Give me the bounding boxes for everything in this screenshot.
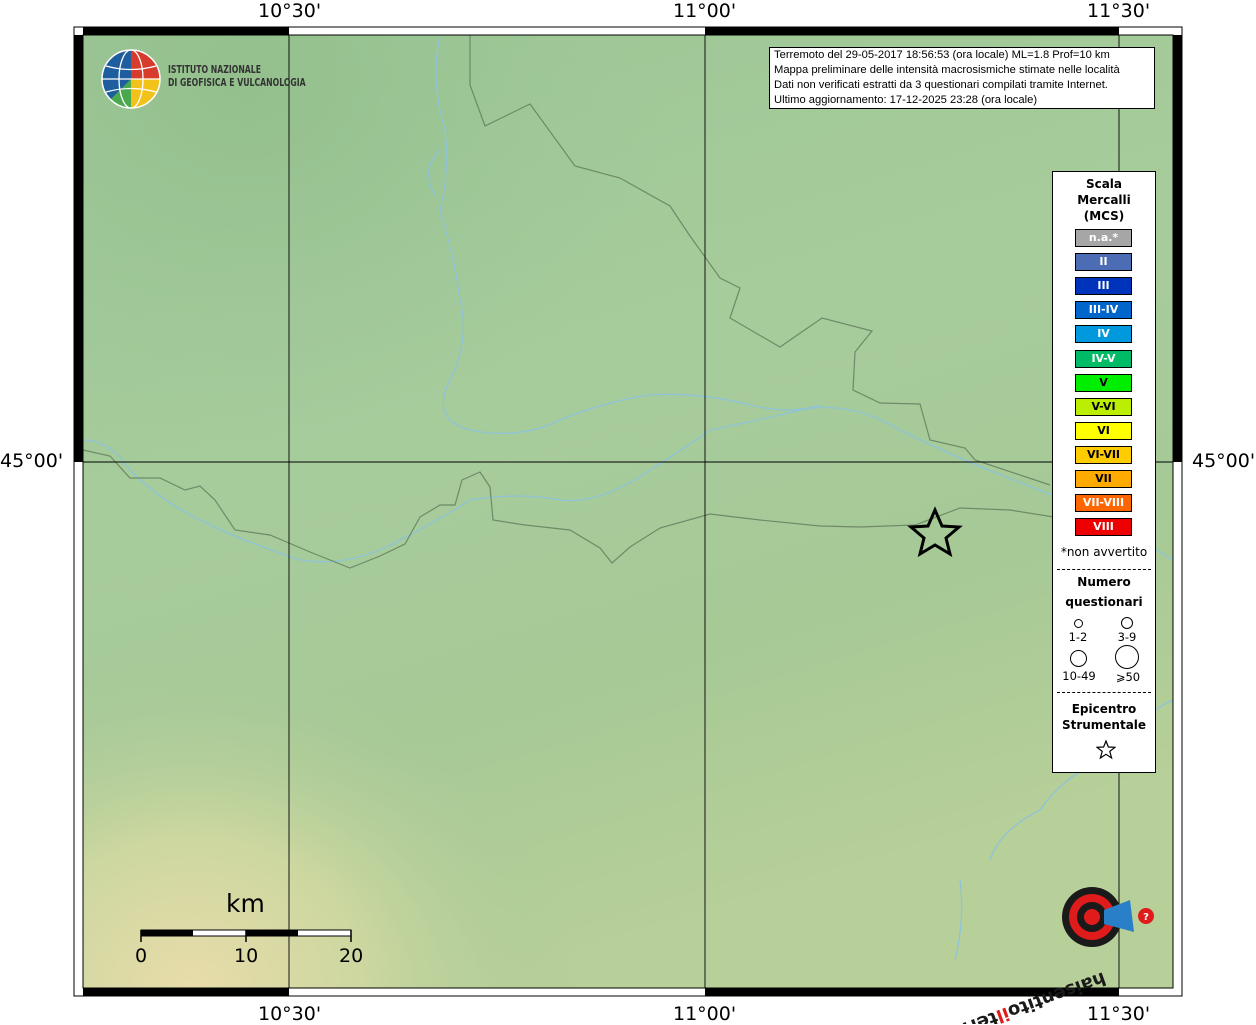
legend-note: *non avvertito: [1060, 545, 1148, 559]
count-label-10-49: 10-49: [1062, 669, 1096, 683]
institute-line1: ISTITUTO NAZIONALE: [168, 64, 262, 76]
count-circle-10-49: [1070, 650, 1087, 667]
scale-tick-20: 20: [339, 945, 364, 967]
intensity-swatch: VII-VIII: [1075, 494, 1132, 513]
intensity-swatch: n.a.*: [1075, 229, 1132, 247]
institute-name: ISTITUTO NAZIONALE DI GEOFISICA E VULCAN…: [168, 64, 306, 90]
legend-title-line3: (MCS): [1083, 209, 1125, 223]
lon-label-top-3: 11°30': [1087, 0, 1151, 22]
count-label-1-2: 1-2: [1068, 630, 1088, 644]
mcs-legend: Scala Mercalli (MCS) n.a.* II III III-IV IV I…: [1052, 171, 1156, 773]
intensity-swatch: II: [1075, 253, 1132, 272]
intensity-swatch: VIII: [1075, 518, 1132, 537]
scale-tick-10: 10: [234, 945, 259, 967]
legend-divider-1: [1057, 569, 1151, 570]
epi-title-line2: Strumentale: [1061, 718, 1147, 732]
lon-label-bottom-2: 11°00': [673, 1003, 737, 1025]
intensity-swatch: IV: [1075, 325, 1132, 344]
ingv-globe-icon: [101, 49, 161, 109]
event-info-line2: Mappa preliminare delle intensità macros…: [774, 64, 1120, 76]
epi-title-line1: Epicentro: [1071, 702, 1137, 716]
lat-label-right: 45°00': [1192, 450, 1256, 472]
legend-star-icon: [1096, 740, 1116, 760]
lat-label-left: 45°00': [0, 450, 64, 472]
intensity-swatch: III: [1075, 277, 1132, 296]
scale-tick-0: 0: [135, 945, 148, 967]
event-info-line1: Terremoto del 29-05-2017 18:56:53 (ora l…: [774, 49, 1110, 61]
lon-label-bottom-1: 10°30': [258, 1003, 322, 1025]
svg-text:?: ?: [1143, 912, 1149, 923]
intensity-swatch: VII: [1075, 470, 1132, 488]
lon-label-top-2: 11°00': [673, 0, 737, 22]
event-info-line3: Dati non verificati estratti da 3 questi…: [774, 79, 1108, 91]
count-label-50: ⩾50: [1115, 670, 1141, 684]
scale-unit: km: [226, 889, 265, 918]
event-info-box: Terremoto del 29-05-2017 18:56:53 (ora l…: [769, 47, 1155, 109]
count-title-line2: questionari: [1065, 595, 1143, 609]
institute-line2: DI GEOFISICA E VULCANOLOGIA: [168, 77, 306, 89]
intensity-swatch: III-IV: [1075, 301, 1132, 320]
count-circle-3-9: [1121, 617, 1133, 629]
lon-label-bottom-3: 11°30': [1087, 1003, 1151, 1025]
lon-label-top-1: 10°30': [258, 0, 322, 22]
intensity-swatch: VI-VII: [1075, 445, 1132, 464]
intensity-swatch: V-VI: [1075, 397, 1132, 416]
legend-title-line2: Mercalli: [1077, 193, 1131, 207]
count-title-line1: Numero: [1077, 575, 1131, 589]
legend-title-line1: Scala: [1085, 177, 1123, 191]
count-label-3-9: 3-9: [1117, 630, 1137, 644]
legend-divider-2: [1057, 692, 1151, 693]
count-circle-1-2: [1074, 619, 1083, 628]
ingv-logo: ISTITUTO NAZIONALE DI GEOFISICA E VULCAN…: [100, 48, 306, 114]
count-circle-50: [1115, 645, 1139, 669]
event-info-line4: Ultimo aggiornamento: 17-12-2025 23:28 (…: [774, 94, 1038, 106]
intensity-swatch: IV-V: [1075, 349, 1132, 368]
intensity-swatch: VI: [1075, 421, 1132, 440]
intensity-swatch: V: [1075, 373, 1132, 392]
